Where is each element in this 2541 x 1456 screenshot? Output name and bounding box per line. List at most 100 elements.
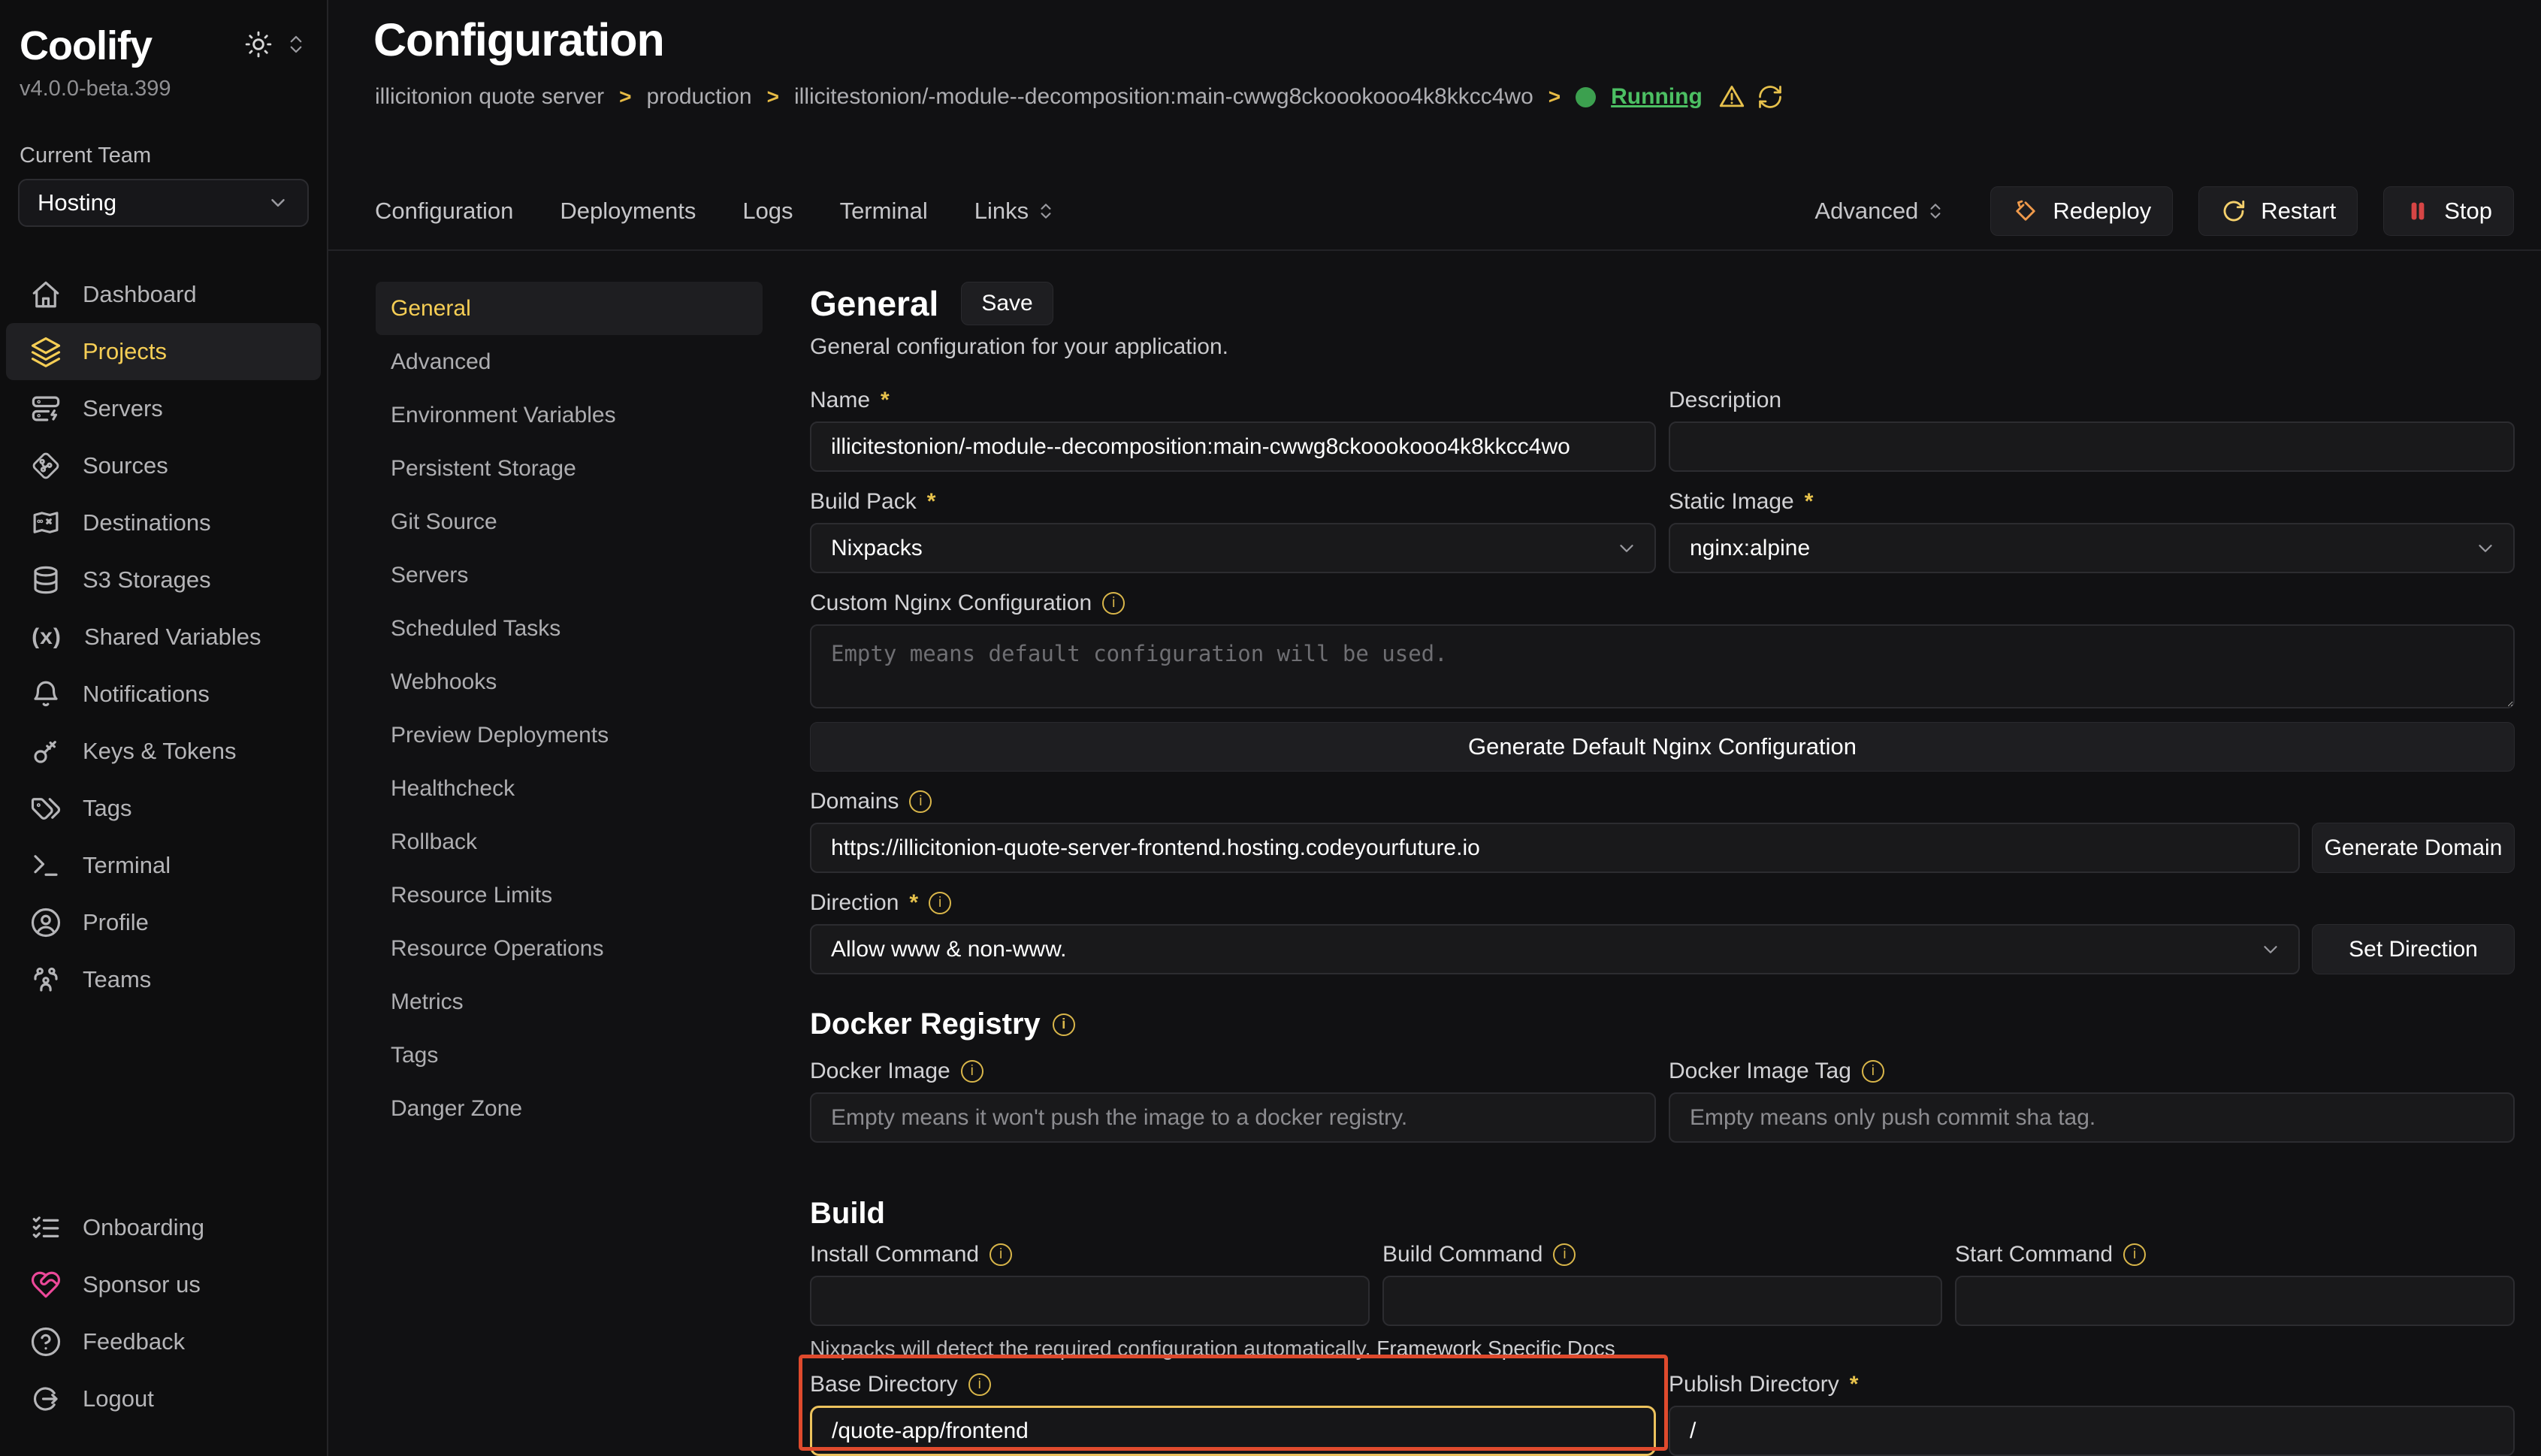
stop-pause-icon [2405,198,2431,224]
sidebar-item-keys-tokens[interactable]: Keys & Tokens [6,723,321,780]
subnav-tags[interactable]: Tags [376,1029,763,1082]
domains-label: Domainsi [810,788,2515,815]
subnav-webhooks[interactable]: Webhooks [376,655,763,708]
tab-configuration[interactable]: Configuration [375,198,513,225]
app-logo: Coolify [20,23,171,69]
sidebar-item-onboarding[interactable]: Onboarding [6,1199,321,1256]
sidebar-item-tags[interactable]: Tags [6,780,321,837]
subnav-scheduled-tasks[interactable]: Scheduled Tasks [376,602,763,655]
info-icon[interactable]: i [1053,1013,1075,1036]
sidebar-item-terminal[interactable]: Terminal [6,837,321,894]
breadcrumb: illicitonion quote server > production >… [375,83,1784,111]
docker-image-tag-input[interactable] [1669,1092,2515,1143]
breadcrumb-project[interactable]: illicitonion quote server [375,84,604,110]
domains-input[interactable] [810,823,2300,873]
framework-docs-link[interactable]: Framework Specific Docs [1376,1337,1615,1360]
sidebar-item-projects[interactable]: Projects [6,323,321,380]
sidebar-item-notifications[interactable]: Notifications [6,666,321,723]
generate-nginx-button[interactable]: Generate Default Nginx Configuration [810,722,2515,772]
info-icon[interactable]: i [929,892,951,914]
current-team-label: Current Team [20,143,307,168]
variables-icon: (x) [30,624,63,650]
generate-domain-button[interactable]: Generate Domain [2312,823,2515,873]
subnav-general[interactable]: General [376,282,763,335]
build-pack-select[interactable]: Nixpacks [810,523,1656,573]
sidebar-item-servers[interactable]: Servers [6,380,321,437]
sidebar-item-logout[interactable]: Logout [6,1370,321,1427]
info-icon[interactable]: i [1862,1060,1884,1083]
theme-toggle-sun-icon[interactable] [244,30,273,59]
refresh-icon[interactable] [1757,83,1784,110]
subnav-preview-deployments[interactable]: Preview Deployments [376,708,763,762]
users-icon [30,964,62,995]
database-icon [30,564,62,596]
custom-nginx-label: Custom Nginx Configurationi [810,590,2515,617]
sidebar-item-s3-storages[interactable]: S3 Storages [6,551,321,609]
subnav-rollback[interactable]: Rollback [376,815,763,868]
save-button[interactable]: Save [961,282,1053,325]
set-direction-button[interactable]: Set Direction [2312,924,2515,974]
advanced-dropdown[interactable]: Advanced [1814,198,1945,225]
subnav-resource-limits[interactable]: Resource Limits [376,868,763,922]
chevron-down-icon [2474,537,2497,560]
info-icon[interactable]: i [961,1060,983,1083]
sidebar-item-destinations[interactable]: Destinations [6,494,321,551]
sidebar-item-feedback[interactable]: Feedback [6,1313,321,1370]
publish-directory-input[interactable] [1669,1406,2515,1456]
description-input[interactable] [1669,421,2515,472]
breadcrumb-environment[interactable]: production [647,84,752,110]
sidebar-item-label: Sources [83,452,168,479]
restart-button[interactable]: Restart [2198,186,2358,236]
start-command-label: Start Commandi [1955,1241,2515,1268]
info-icon[interactable]: i [968,1373,991,1396]
redeploy-button[interactable]: Redeploy [1990,186,2173,236]
name-input[interactable] [810,421,1656,472]
info-icon[interactable]: i [990,1243,1012,1266]
user-circle-icon [30,907,62,938]
warning-triangle-icon[interactable] [1718,83,1746,111]
subnav-metrics[interactable]: Metrics [376,975,763,1029]
coolify-app-window: Coolify v4.0.0-beta.399 Current Team Hos… [0,0,2541,1456]
status-badge[interactable]: Running [1611,84,1703,110]
base-directory-input[interactable] [810,1406,1656,1456]
direction-select[interactable]: Allow www & non-www. [810,924,2300,974]
tags-icon [30,793,62,824]
info-icon[interactable]: i [1553,1243,1576,1266]
subnav-danger-zone[interactable]: Danger Zone [376,1082,763,1135]
settings-subnav: General Advanced Environment Variables P… [376,282,763,1135]
chevrons-up-down-icon[interactable] [285,33,307,56]
sidebar-item-sources[interactable]: Sources [6,437,321,494]
subnav-resource-operations[interactable]: Resource Operations [376,922,763,975]
subnav-persistent-storage[interactable]: Persistent Storage [376,442,763,495]
custom-nginx-textarea[interactable] [810,624,2515,708]
breadcrumb-resource[interactable]: illicitestonion/-module--decomposition:m… [794,84,1533,110]
sidebar-item-shared-variables[interactable]: (x) Shared Variables [6,609,321,666]
info-icon[interactable]: i [909,790,932,813]
tab-deployments[interactable]: Deployments [560,198,696,225]
sidebar-item-label: Profile [83,909,149,936]
build-command-label: Build Commandi [1382,1241,1942,1268]
build-command-input[interactable] [1382,1276,1942,1326]
tab-logs[interactable]: Logs [742,198,793,225]
install-command-input[interactable] [810,1276,1370,1326]
subnav-servers[interactable]: Servers [376,548,763,602]
docker-image-input[interactable] [810,1092,1656,1143]
tab-links[interactable]: Links [974,198,1056,225]
page-title: Configuration [373,14,664,66]
subnav-git-source[interactable]: Git Source [376,495,763,548]
sidebar-item-sponsor-us[interactable]: Sponsor us [6,1256,321,1313]
team-select[interactable]: Hosting [18,179,309,227]
stop-button[interactable]: Stop [2383,186,2514,236]
sidebar-item-label: Logout [83,1385,154,1412]
sidebar-item-dashboard[interactable]: Dashboard [6,266,321,323]
sidebar-item-profile[interactable]: Profile [6,894,321,951]
subnav-environment-variables[interactable]: Environment Variables [376,388,763,442]
info-icon[interactable]: i [1102,592,1125,615]
sidebar-item-teams[interactable]: Teams [6,951,321,1008]
subnav-healthcheck[interactable]: Healthcheck [376,762,763,815]
tab-terminal[interactable]: Terminal [840,198,928,225]
subnav-advanced[interactable]: Advanced [376,335,763,388]
info-icon[interactable]: i [2123,1243,2146,1266]
static-image-select[interactable]: nginx:alpine [1669,523,2515,573]
start-command-input[interactable] [1955,1276,2515,1326]
